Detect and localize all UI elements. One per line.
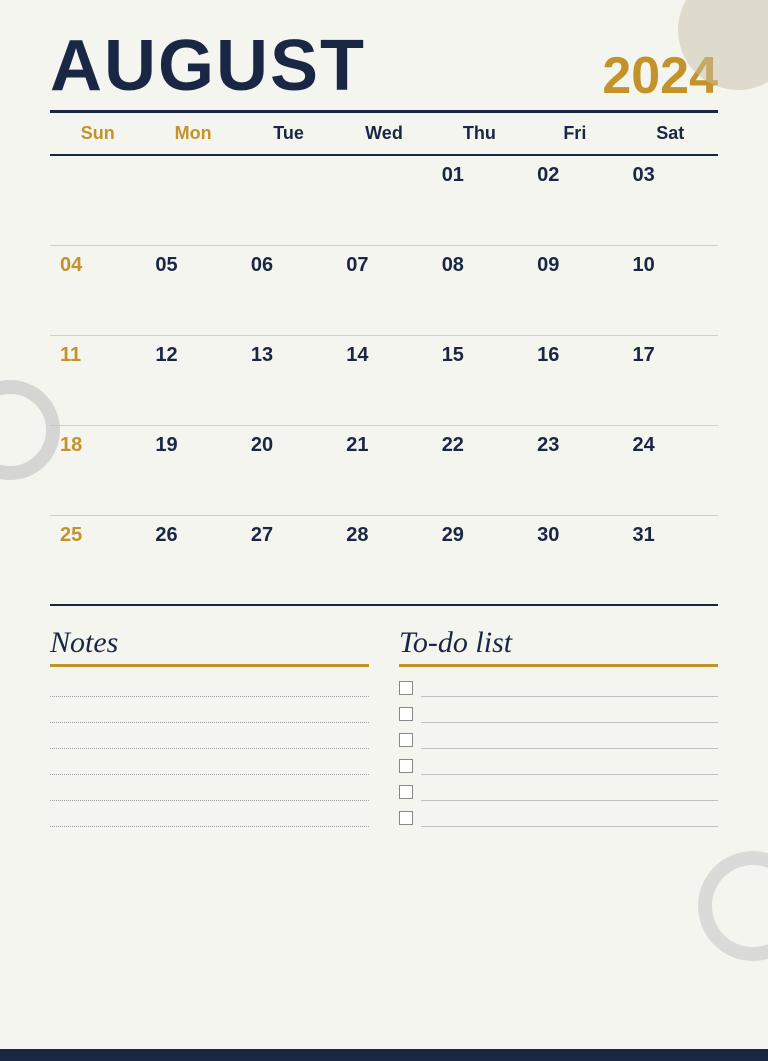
calendar-day: 22 bbox=[432, 425, 527, 515]
notes-underline bbox=[50, 664, 369, 667]
calendar-day: 06 bbox=[241, 245, 336, 335]
header-wed: Wed bbox=[336, 112, 431, 156]
calendar-page: AUGUST 2024 Sun Mon Tue Wed Thu Fri Sat … bbox=[0, 0, 768, 1061]
notes-line[interactable] bbox=[50, 731, 369, 749]
todo-line[interactable] bbox=[421, 757, 718, 775]
calendar-day: 28 bbox=[336, 515, 431, 605]
todo-section: To-do list bbox=[399, 626, 718, 827]
calendar-day: 18 bbox=[50, 425, 145, 515]
calendar-day bbox=[336, 155, 431, 245]
todo-item bbox=[399, 679, 718, 697]
todo-item bbox=[399, 809, 718, 827]
calendar-day bbox=[145, 155, 240, 245]
calendar-day: 31 bbox=[623, 515, 718, 605]
todo-items bbox=[399, 679, 718, 827]
calendar-day: 14 bbox=[336, 335, 431, 425]
todo-underline bbox=[399, 664, 718, 667]
todo-item bbox=[399, 783, 718, 801]
calendar-day: 07 bbox=[336, 245, 431, 335]
calendar-day: 12 bbox=[145, 335, 240, 425]
calendar-day: 10 bbox=[623, 245, 718, 335]
calendar-day: 29 bbox=[432, 515, 527, 605]
todo-checkbox[interactable] bbox=[399, 707, 413, 721]
todo-line[interactable] bbox=[421, 783, 718, 801]
notes-line[interactable] bbox=[50, 809, 369, 827]
header-mon: Mon bbox=[145, 112, 240, 156]
weekday-header-row: Sun Mon Tue Wed Thu Fri Sat bbox=[50, 112, 718, 156]
notes-section: Notes bbox=[50, 626, 369, 827]
todo-checkbox[interactable] bbox=[399, 733, 413, 747]
calendar-day: 17 bbox=[623, 335, 718, 425]
calendar-day: 09 bbox=[527, 245, 622, 335]
calendar-day: 05 bbox=[145, 245, 240, 335]
deco-circle-bottom-right bbox=[698, 851, 768, 961]
calendar-day: 04 bbox=[50, 245, 145, 335]
header-sun: Sun bbox=[50, 112, 145, 156]
header-thu: Thu bbox=[432, 112, 527, 156]
todo-title: To-do list bbox=[399, 626, 718, 660]
footer-bar bbox=[0, 1049, 768, 1061]
month-title: AUGUST bbox=[50, 30, 366, 102]
notes-line[interactable] bbox=[50, 705, 369, 723]
calendar-week-4: 18192021222324 bbox=[50, 425, 718, 515]
calendar-table: Sun Mon Tue Wed Thu Fri Sat 010203040506… bbox=[50, 110, 718, 606]
header-tue: Tue bbox=[241, 112, 336, 156]
calendar-day bbox=[241, 155, 336, 245]
todo-checkbox[interactable] bbox=[399, 681, 413, 695]
todo-line[interactable] bbox=[421, 731, 718, 749]
calendar-week-5: 25262728293031 bbox=[50, 515, 718, 605]
todo-line[interactable] bbox=[421, 679, 718, 697]
header-sat: Sat bbox=[623, 112, 718, 156]
todo-item bbox=[399, 757, 718, 775]
calendar-day: 15 bbox=[432, 335, 527, 425]
calendar-week-2: 04050607080910 bbox=[50, 245, 718, 335]
calendar-day: 16 bbox=[527, 335, 622, 425]
todo-checkbox[interactable] bbox=[399, 811, 413, 825]
notes-title: Notes bbox=[50, 626, 369, 660]
notes-line[interactable] bbox=[50, 757, 369, 775]
notes-lines bbox=[50, 679, 369, 827]
calendar-day: 01 bbox=[432, 155, 527, 245]
calendar-day: 27 bbox=[241, 515, 336, 605]
calendar-day: 23 bbox=[527, 425, 622, 515]
todo-line[interactable] bbox=[421, 705, 718, 723]
calendar-day: 30 bbox=[527, 515, 622, 605]
calendar-day: 24 bbox=[623, 425, 718, 515]
calendar-week-1: 010203 bbox=[50, 155, 718, 245]
calendar-day: 13 bbox=[241, 335, 336, 425]
calendar-day: 08 bbox=[432, 245, 527, 335]
todo-line[interactable] bbox=[421, 809, 718, 827]
bottom-section: Notes To-do list bbox=[50, 626, 718, 827]
calendar-day: 03 bbox=[623, 155, 718, 245]
todo-checkbox[interactable] bbox=[399, 759, 413, 773]
calendar-day: 21 bbox=[336, 425, 431, 515]
calendar-day bbox=[50, 155, 145, 245]
calendar-day: 11 bbox=[50, 335, 145, 425]
calendar-day: 25 bbox=[50, 515, 145, 605]
todo-item bbox=[399, 731, 718, 749]
todo-item bbox=[399, 705, 718, 723]
calendar-day: 26 bbox=[145, 515, 240, 605]
header-fri: Fri bbox=[527, 112, 622, 156]
todo-checkbox[interactable] bbox=[399, 785, 413, 799]
notes-line[interactable] bbox=[50, 783, 369, 801]
calendar-day: 20 bbox=[241, 425, 336, 515]
calendar-day: 02 bbox=[527, 155, 622, 245]
calendar-week-3: 11121314151617 bbox=[50, 335, 718, 425]
header: AUGUST 2024 bbox=[50, 30, 718, 102]
notes-line[interactable] bbox=[50, 679, 369, 697]
calendar-day: 19 bbox=[145, 425, 240, 515]
